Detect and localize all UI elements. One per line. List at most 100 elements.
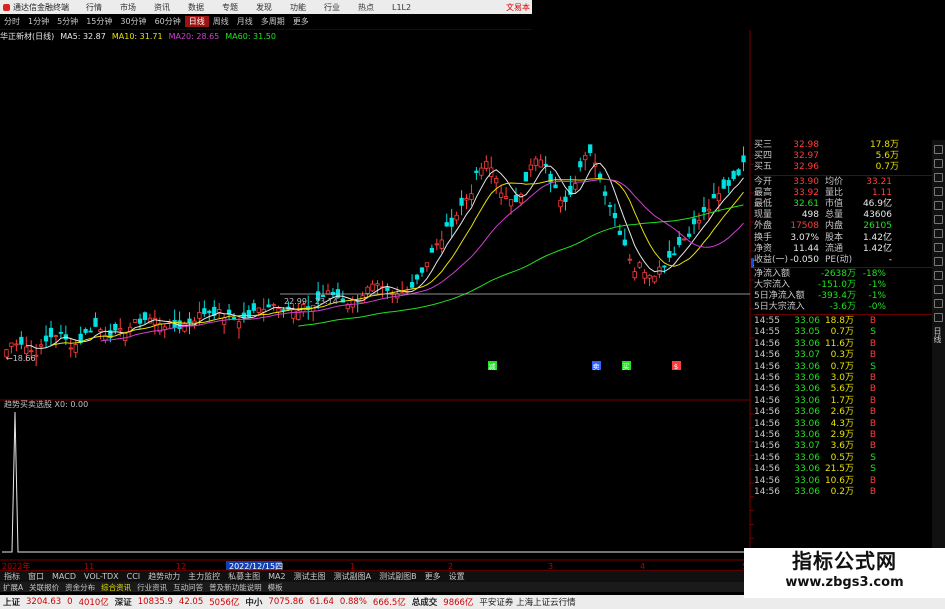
flow-pct: -1% [868, 280, 886, 291]
menu-data[interactable]: 数据 [179, 2, 213, 13]
index-name[interactable]: 上证 [0, 596, 23, 608]
candle-body [83, 329, 88, 333]
candle-body [123, 332, 128, 342]
indicator-tab[interactable]: 趋势动力 [144, 571, 184, 582]
candle-body [291, 309, 296, 319]
indicator-tab[interactable]: 更多 [421, 571, 445, 582]
index-name[interactable]: 深证 [112, 596, 135, 608]
candle-body [375, 283, 380, 286]
indicator-tab[interactable]: 测试副图B [375, 571, 421, 582]
menu-topics[interactable]: 专题 [213, 2, 247, 13]
info-icon[interactable] [934, 257, 943, 266]
stat-value: - [888, 254, 892, 265]
period-tab[interactable]: 分时 [0, 16, 24, 27]
stat-row: 最低 32.61 市值 46.9亿 [754, 199, 934, 210]
indicator-tab[interactable]: 主力监控 [184, 571, 224, 582]
flow-pct: -18% [862, 269, 886, 280]
extension-tab[interactable]: 互动问答 [170, 582, 206, 593]
candle-body [701, 207, 707, 213]
book-volume: 17.8万 [869, 140, 899, 150]
search-icon[interactable] [934, 299, 943, 308]
title-bar: 通达信金融终端 行情 市场 资讯 数据 专题 发现 功能 行业 热点 L1L2 … [0, 0, 532, 14]
news-ticker[interactable]: 平安证券 上海上证云行情 [476, 596, 578, 608]
period-tab[interactable]: 30分钟 [116, 16, 150, 27]
period-tab[interactable]: 月线 [233, 16, 257, 27]
candle-body [217, 309, 222, 313]
menu-market[interactable]: 市场 [111, 2, 145, 13]
flow-value: -393.4万 [817, 291, 856, 302]
chart-icon[interactable] [934, 145, 943, 154]
window-icon[interactable] [934, 243, 943, 252]
menu-industry[interactable]: 行业 [315, 2, 349, 13]
extension-tab[interactable]: 关联报价 [26, 582, 62, 593]
period-tab[interactable]: 15分钟 [82, 16, 116, 27]
indicator-tab[interactable]: CCI [123, 572, 145, 581]
extension-tab[interactable]: 综合资讯 [98, 582, 134, 593]
stat-row: 净资 11.44 流通 1.42亿 [754, 244, 934, 255]
period-tab[interactable]: 周线 [209, 16, 233, 27]
candle-body [271, 304, 276, 306]
period-tab[interactable]: 多周期 [257, 16, 289, 27]
indicator-tab[interactable]: 测试主图 [290, 571, 330, 582]
extension-tab[interactable]: 扩展A [0, 582, 26, 593]
refresh-icon[interactable] [934, 313, 943, 322]
indicator-tab[interactable]: 设置 [445, 571, 469, 582]
indicator-tab[interactable]: 测试副图A [330, 571, 375, 582]
candle-body [711, 193, 716, 199]
menu-l1l2[interactable]: L1L2 [383, 3, 420, 12]
settings-icon[interactable] [934, 187, 943, 196]
candle-body [672, 253, 677, 256]
index-value: 4010亿 [78, 598, 109, 608]
tick-price: 33.07 [794, 350, 820, 361]
candle-body [677, 236, 682, 245]
candle-body [385, 287, 390, 291]
tick-volume: 0.5万 [830, 452, 854, 463]
indicator-tab[interactable]: 窗口 [24, 571, 48, 582]
signal-label: 卖 [593, 363, 600, 371]
indicator-tab[interactable]: VOL-TDX [80, 572, 123, 581]
strip-period-label[interactable]: 日线 [932, 327, 942, 343]
grid-icon[interactable] [934, 173, 943, 182]
menu-quotes[interactable]: 行情 [77, 2, 111, 13]
stat-value: 33.90 [793, 176, 819, 187]
list-icon[interactable] [934, 159, 943, 168]
bell-icon[interactable] [934, 229, 943, 238]
index-name[interactable]: 中小 [242, 596, 265, 608]
indicator-tab[interactable]: MA2 [264, 572, 289, 581]
flag-icon[interactable] [934, 215, 943, 224]
extension-tab[interactable]: 行业资讯 [134, 582, 170, 593]
tick-list[interactable]: 14:55 33.06 18.8万 B 14:55 33.05 0.7万 S 14:56 33.0… [754, 316, 934, 498]
extension-tab[interactable]: 模板 [265, 582, 286, 593]
menu-news[interactable]: 资讯 [145, 2, 179, 13]
x-tick-label: 12 [176, 562, 186, 570]
menu-functions[interactable]: 功能 [281, 2, 315, 13]
tools-icon[interactable] [934, 271, 943, 280]
watermark-url: www.zbgs3.com [785, 575, 904, 590]
stat-value: 498 [801, 210, 819, 221]
candle-body [499, 192, 504, 198]
menu-discover[interactable]: 发现 [247, 2, 281, 13]
period-tab[interactable]: 日线 [184, 16, 209, 27]
period-tab[interactable]: 60分钟 [151, 16, 185, 27]
arrow-icon[interactable] [934, 285, 943, 294]
tick-side: S [870, 452, 876, 463]
extension-tab[interactable]: 普及新功能说明 [206, 582, 265, 593]
extension-tab[interactable]: 资金分布 [62, 582, 98, 593]
period-tab[interactable]: 5分钟 [53, 16, 82, 27]
star-icon[interactable] [934, 201, 943, 210]
candle-body [187, 318, 192, 324]
period-tab[interactable]: 更多 [289, 16, 313, 27]
indicator-tab[interactable]: 私募主图 [224, 571, 264, 582]
tick-row: 14:56 33.06 0.2万 B [754, 487, 934, 498]
tick-time: 14:56 [754, 429, 780, 440]
index-name[interactable]: 总成交 [409, 596, 441, 608]
trade-link[interactable]: 文易本 [506, 2, 530, 13]
kline-chart[interactable]: 32.0030.0028.0026.0024.0022.0020.0022.99… [0, 30, 754, 570]
indicator-tab[interactable]: MACD [48, 572, 80, 581]
period-tab[interactable]: 1分钟 [24, 16, 53, 27]
tick-price: 33.06 [794, 395, 820, 406]
menu-hotspot[interactable]: 热点 [349, 2, 383, 13]
candle-body [578, 161, 583, 168]
indicator-tab[interactable]: 指标 [0, 571, 24, 582]
candle-body [444, 222, 449, 227]
